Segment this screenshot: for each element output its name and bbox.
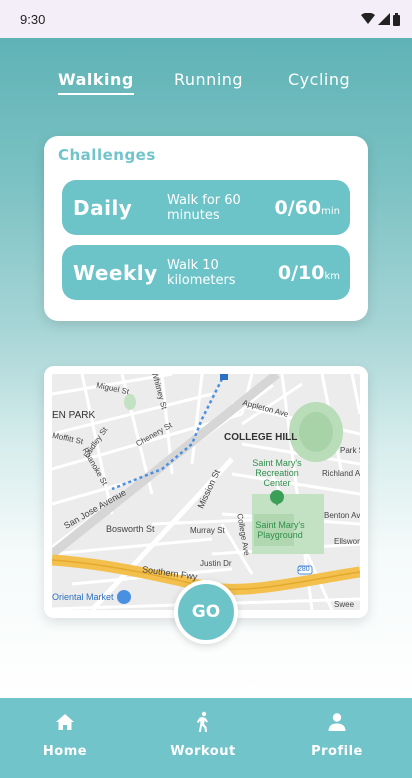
map-label-benton: Benton Ave [324,511,360,520]
map-label-murray: Murray St [190,526,225,535]
challenge-period: Weekly [73,260,158,285]
challenge-progress: 0/10km [278,262,340,284]
map-label-swee: Swee [334,600,355,609]
map-label-college-hill: COLLEGE HILL [224,432,298,443]
challenge-description: Walk for 60 minutes [167,192,241,223]
signal-icon [378,13,390,25]
challenge-period: Daily [73,195,133,220]
battery-icon [393,12,400,26]
walking-icon [196,711,208,732]
challenge-weekly[interactable]: Weekly Walk 10 kilometers 0/10km [62,245,350,300]
status-icons [361,12,400,26]
go-button[interactable]: GO [174,580,238,644]
map-label-richland: Richland Ave [322,469,360,478]
map-label-ellsworth: Ellsworth [334,537,360,546]
map-label-recreation-center: Saint Mary's Recreation Center [252,458,302,488]
challenge-daily[interactable]: Daily Walk for 60 minutes 0/60min [62,180,350,235]
person-icon [328,713,346,731]
nav-label: Workout [170,744,236,759]
nav-item-profile[interactable]: Profile [282,710,392,759]
map-label-bosworth: Bosworth St [106,524,155,534]
tab-cycling[interactable]: Cycling [288,70,350,89]
challenge-description: Walk 10 kilometers [167,257,236,288]
route-map[interactable]: Miguel St Whitney St EN PARK Moffitt St … [52,374,360,610]
nav-label: Home [42,744,88,759]
challenges-title: Challenges [58,146,156,164]
challenge-progress-value: 0/60 [274,196,322,219]
map-label-en-park: EN PARK [52,410,96,421]
map-label-justin: Justin Dr [200,559,232,568]
bottom-nav: Home Workout Profile [0,698,412,778]
activity-tabs: Walking Running Cycling [0,70,412,100]
nav-item-home[interactable]: Home [10,710,120,759]
tab-running[interactable]: Running [174,70,243,89]
challenge-progress-unit: km [324,270,340,282]
map-label-oriental-market: Oriental Market [52,592,114,602]
status-time: 9:30 [20,11,46,27]
map-label-280: 280 [298,566,310,573]
nav-label: Profile [311,744,363,759]
challenge-progress: 0/60min [275,197,340,219]
challenge-progress-unit: min [321,205,340,217]
tab-walking[interactable]: Walking [58,70,134,95]
home-icon [56,714,74,730]
map-label-park-st: Park St [340,446,360,455]
challenges-card: Challenges Daily Walk for 60 minutes 0/6… [44,136,368,321]
nav-item-workout[interactable]: Workout [148,710,258,759]
map-label-playground: Saint Mary's Playground [255,520,305,540]
challenge-progress-value: 0/10 [277,261,325,284]
wifi-icon [361,13,375,24]
status-bar: 9:30 [0,0,412,38]
